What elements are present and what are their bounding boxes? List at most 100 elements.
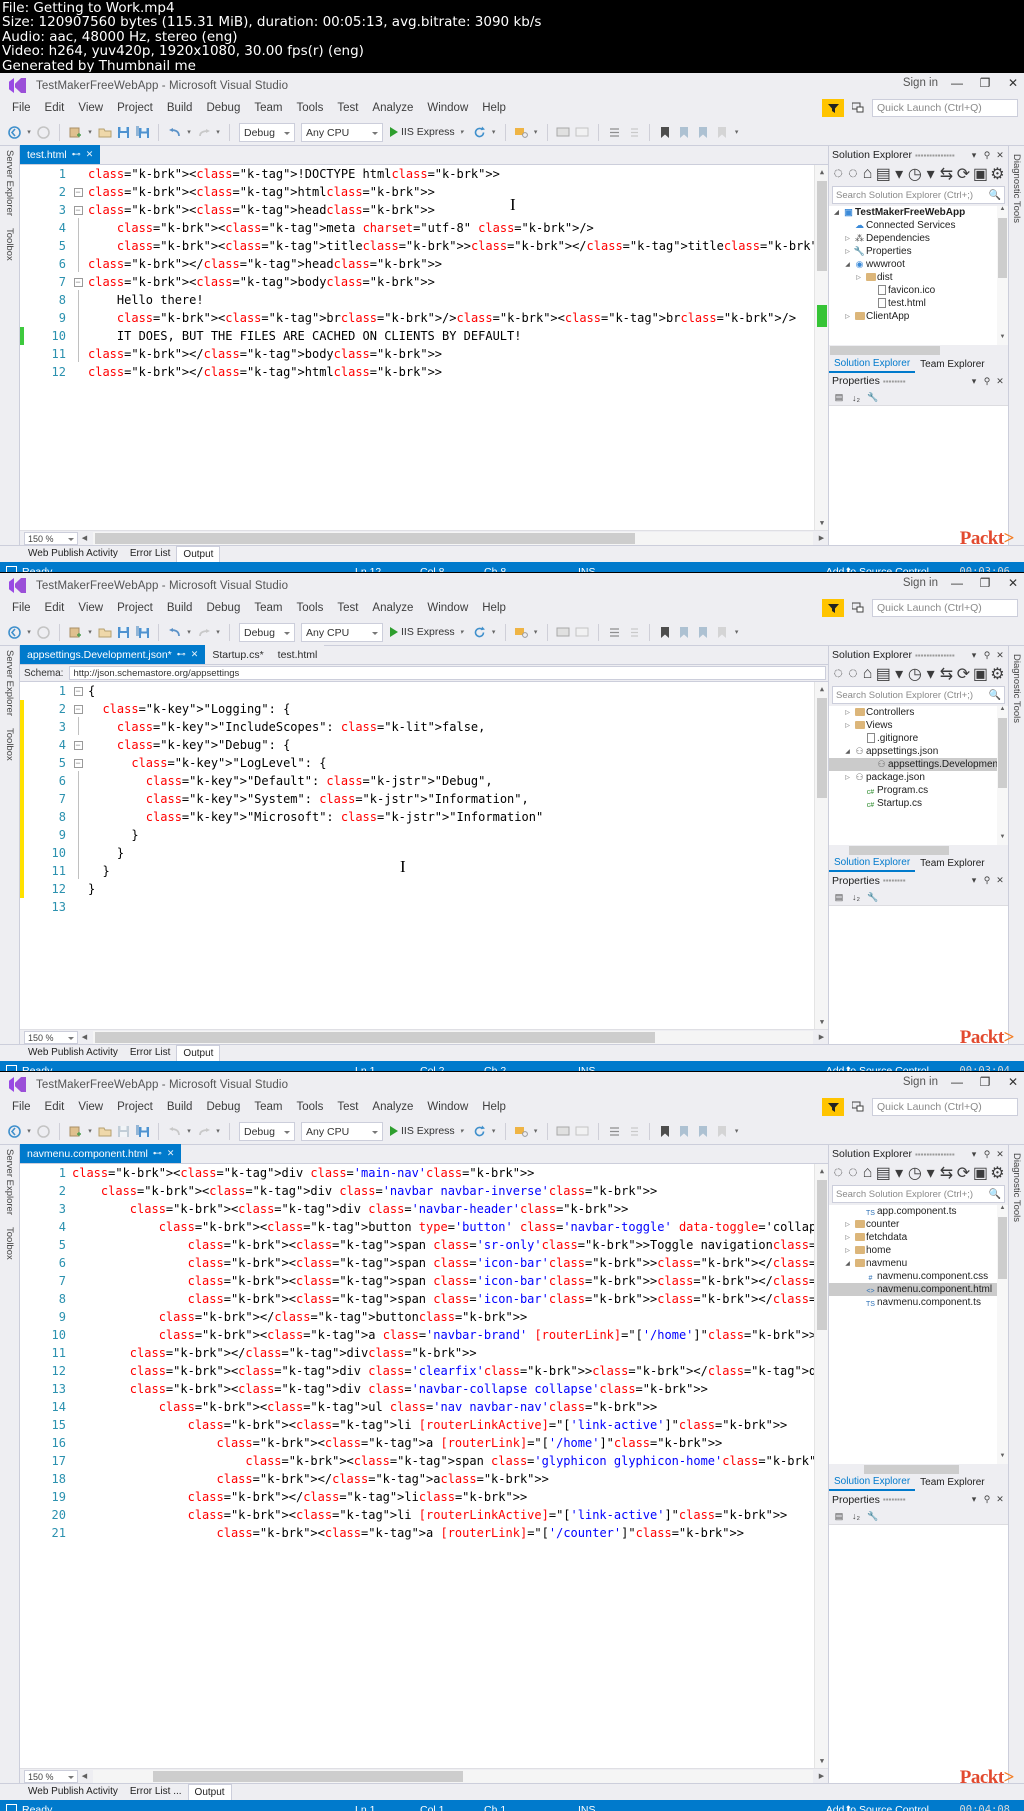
send-feedback-icon[interactable] bbox=[848, 1098, 868, 1116]
navigate-forward-icon[interactable] bbox=[35, 1123, 52, 1140]
refresh-dropdown-icon[interactable]: ▾ bbox=[490, 1127, 498, 1135]
pane-close-icon[interactable]: ✕ bbox=[995, 1149, 1005, 1160]
filter-funnel-icon[interactable] bbox=[822, 1098, 844, 1116]
tree-vscrollbar-2[interactable]: ▲ ▼ bbox=[997, 706, 1008, 845]
chevron-right-icon[interactable]: ▷ bbox=[842, 313, 853, 320]
save-all-icon[interactable] bbox=[134, 1123, 151, 1140]
refresh-icon[interactable] bbox=[471, 624, 488, 641]
pane-dropdown-icon[interactable]: ▾ bbox=[969, 1149, 979, 1160]
previous-bookmark-icon[interactable] bbox=[676, 624, 693, 641]
properties-grid-1[interactable] bbox=[829, 406, 1008, 545]
editor-vscrollbar-1[interactable]: ▲ ▼ bbox=[814, 165, 828, 530]
tree-scroll-down-icon[interactable]: ▼ bbox=[997, 334, 1008, 345]
left-dock-2[interactable]: Server Explorer Toolbox bbox=[0, 646, 20, 1044]
solution-tree-item[interactable]: .gitignore bbox=[829, 732, 1008, 745]
vscroll-thumb[interactable] bbox=[817, 698, 827, 798]
solution-tree-item[interactable]: ▷ Controllers bbox=[829, 706, 1008, 719]
categorized-view-icon[interactable]: ▤ bbox=[833, 1510, 845, 1522]
toolbar-3[interactable]: ▾ ▾ ▾ ▾ Debug Any CPU IIS Express ▾ ▾ ▾ … bbox=[0, 1118, 1024, 1145]
dock-server-explorer[interactable]: Server Explorer bbox=[4, 1149, 15, 1215]
save-icon[interactable] bbox=[115, 624, 132, 641]
tree-hscrollbar-2[interactable] bbox=[829, 844, 1008, 856]
redo-dropdown-icon[interactable]: ▾ bbox=[214, 628, 222, 636]
solution-tree-item[interactable]: <> navmenu.component.html bbox=[829, 1283, 1008, 1296]
quick-launch-group[interactable]: Quick Launch (Ctrl+Q) bbox=[822, 1098, 1018, 1116]
quick-launch-input[interactable]: Quick Launch (Ctrl+Q) bbox=[872, 1098, 1018, 1116]
run-target-dropdown-icon[interactable]: ▾ bbox=[458, 128, 466, 136]
fold-indicator[interactable]: − bbox=[70, 277, 86, 287]
tabstrip-1[interactable]: test.html ⊷ ✕ bbox=[20, 145, 828, 165]
tree-scroll-up-icon[interactable]: ▲ bbox=[997, 706, 1008, 717]
decrease-indent-icon[interactable] bbox=[625, 624, 642, 641]
scroll-up-icon[interactable]: ▲ bbox=[815, 165, 828, 179]
sync-with-active-doc-icon[interactable]: ⇆ bbox=[940, 666, 953, 683]
properties-pin-icon[interactable]: ⚲ bbox=[982, 875, 992, 886]
fold-indicator[interactable]: − bbox=[70, 740, 86, 750]
tree-vscroll-thumb[interactable] bbox=[998, 1217, 1007, 1279]
navigate-forward-icon[interactable] bbox=[35, 624, 52, 641]
editor-vscrollbar-2[interactable]: ▲ ▼ bbox=[814, 682, 828, 1029]
window-controls[interactable]: — ❐ ✕ bbox=[950, 576, 1020, 590]
zoom-level-combo[interactable]: 150 % bbox=[24, 1769, 78, 1783]
menu-help[interactable]: Help bbox=[475, 98, 513, 119]
pane-tab-solution-explorer[interactable]: Solution Explorer bbox=[829, 356, 916, 373]
back-dropdown-icon[interactable]: ▾ bbox=[25, 628, 33, 636]
alphabetical-view-icon[interactable]: ↓₂ bbox=[850, 392, 862, 404]
new-project-dropdown-icon[interactable]: ▾ bbox=[86, 128, 94, 136]
close-tab-icon[interactable]: ✕ bbox=[86, 149, 94, 160]
solution-tree-item[interactable]: ▷ Views bbox=[829, 719, 1008, 732]
json-schema-bar[interactable]: Schema: http://json.schemastore.org/apps… bbox=[20, 665, 828, 682]
chevron-right-icon[interactable]: ▷ bbox=[842, 709, 853, 716]
properties-drag-dots[interactable]: ▪▪▪▪▪▪▪▪ bbox=[883, 377, 966, 386]
chevron-down-icon[interactable]: ◢ bbox=[842, 1260, 853, 1267]
window-controls[interactable]: — ❐ ✕ bbox=[950, 76, 1020, 90]
refresh-icon[interactable] bbox=[471, 124, 488, 141]
properties-toolbar-2[interactable]: ▤ ↓₂ 🔧 bbox=[829, 889, 1008, 906]
fold-indicator[interactable] bbox=[70, 326, 86, 346]
tree-hscrollbar-3[interactable] bbox=[829, 1463, 1008, 1475]
close-button[interactable]: ✕ bbox=[1006, 1075, 1020, 1089]
quick-launch-input[interactable]: Quick Launch (Ctrl+Q) bbox=[872, 599, 1018, 617]
increase-indent-icon[interactable] bbox=[606, 624, 623, 641]
hscroll-right-icon[interactable]: ▶ bbox=[815, 1772, 828, 1780]
pane-dropdown-icon[interactable]: ▾ bbox=[969, 150, 979, 161]
menu-file[interactable]: File bbox=[5, 598, 38, 619]
toolbar-1[interactable]: ▾ ▾ ▾ ▾ Debug Any CPU IIS Express ▾ ▾ ▾ … bbox=[0, 119, 1024, 146]
menubar-1[interactable]: File Edit View Project Build Debug Team … bbox=[0, 98, 1024, 119]
explorer-pane-tabs-3[interactable]: Solution Explorer Team Explorer bbox=[829, 1475, 1008, 1491]
solution-view-dropdown-icon[interactable]: ▾ bbox=[894, 666, 905, 683]
menu-edit[interactable]: Edit bbox=[38, 598, 72, 619]
dock-diagnostic-tools[interactable]: Diagnostic Tools bbox=[1011, 654, 1022, 1044]
vscroll-thumb[interactable] bbox=[817, 1180, 827, 1330]
send-feedback-icon[interactable] bbox=[848, 99, 868, 117]
run-target-dropdown-icon[interactable]: ▾ bbox=[458, 1127, 466, 1135]
browser-link-icon[interactable] bbox=[513, 124, 530, 141]
code-editor-3[interactable]: 1 class="k-brk"><class="k-tag">div class=… bbox=[20, 1164, 828, 1768]
tabstrip-3[interactable]: navmenu.component.html ⊷ ✕ bbox=[20, 1144, 828, 1164]
explorer-pane-tabs-1[interactable]: Solution Explorer Team Explorer bbox=[829, 356, 1008, 373]
maximize-button[interactable]: ❐ bbox=[978, 1075, 992, 1089]
solution-platform-combo[interactable]: Any CPU bbox=[301, 122, 383, 142]
menu-view[interactable]: View bbox=[71, 1097, 110, 1118]
toolbar-overflow-icon[interactable]: ▾ bbox=[733, 128, 741, 136]
fold-indicator[interactable] bbox=[70, 861, 86, 881]
pending-changes-icon[interactable]: ◷ bbox=[908, 1165, 922, 1182]
navigate-forward-icon[interactable] bbox=[35, 124, 52, 141]
chevron-right-icon[interactable]: ▷ bbox=[842, 1221, 853, 1228]
tree-vscrollbar-1[interactable]: ▲ ▼ bbox=[997, 206, 1008, 345]
menu-project[interactable]: Project bbox=[110, 1097, 160, 1118]
sign-in-link[interactable]: Sign in bbox=[903, 577, 938, 589]
pane-close-icon[interactable]: ✕ bbox=[995, 150, 1005, 161]
fold-indicator[interactable] bbox=[70, 717, 86, 737]
scroll-up-icon[interactable]: ▲ bbox=[815, 682, 828, 696]
chevron-down-icon[interactable]: ◢ bbox=[842, 261, 853, 268]
next-bookmark-icon[interactable] bbox=[695, 624, 712, 641]
zoom-level-combo[interactable]: 150 % bbox=[24, 1030, 78, 1044]
menu-tools[interactable]: Tools bbox=[289, 1097, 330, 1118]
pane-drag-dots[interactable]: ▪▪▪▪▪▪▪▪▪▪▪▪▪▪ bbox=[915, 1150, 966, 1159]
left-dock-1[interactable]: Server Explorer Toolbox bbox=[0, 146, 20, 545]
navigate-forward-icon[interactable]: ◌ bbox=[848, 165, 859, 182]
fold-indicator[interactable] bbox=[70, 902, 86, 912]
fold-indicator[interactable] bbox=[70, 807, 86, 827]
solution-explorer-toolbar-1[interactable]: ◌ ◌ ⌂ ▤ ▾ ◷ ▾ ⇆ ⟳ ▣ ⚙ bbox=[829, 164, 1008, 184]
